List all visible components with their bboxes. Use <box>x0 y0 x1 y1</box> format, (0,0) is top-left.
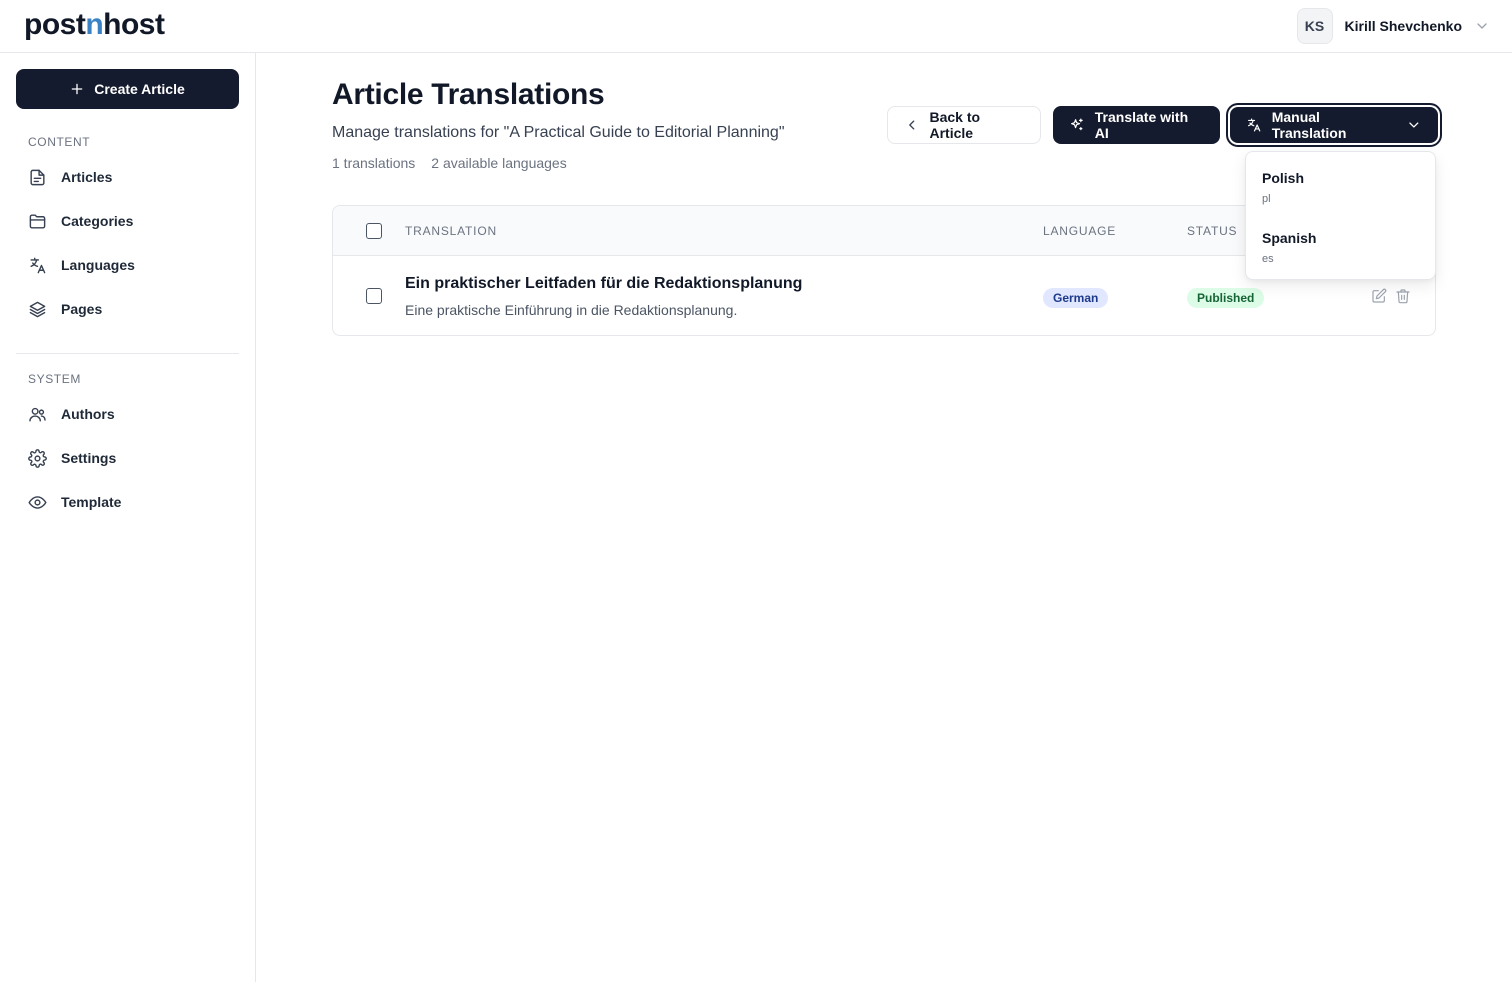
back-to-article-button[interactable]: Back to Article <box>887 106 1041 144</box>
edit-icon[interactable] <box>1371 288 1387 304</box>
plus-icon <box>71 83 83 95</box>
folder-icon <box>29 213 46 229</box>
trash-icon[interactable] <box>1395 288 1411 304</box>
option-name: Spanish <box>1262 230 1317 246</box>
sidebar-divider <box>16 353 239 354</box>
sidebar-item-label: Articles <box>61 169 113 185</box>
manual-translation-label: Manual Translation <box>1271 109 1347 141</box>
gear-icon <box>28 448 47 468</box>
translate-icon <box>30 257 46 273</box>
manual-translation-button[interactable]: Manual Translation <box>1230 107 1438 143</box>
top-bar: postnhost KS Kirill Shevchenko <box>0 0 1512 53</box>
logo-text-pre: post <box>24 8 86 41</box>
sidebar: Create Article CONTENT Articles Categori… <box>0 53 256 982</box>
sidebar-item-template[interactable]: Template <box>16 484 239 520</box>
translate-with-ai-label: Translate with AI <box>1094 109 1189 141</box>
dropdown-option-polish[interactable]: Polish pl <box>1246 156 1435 212</box>
option-code: pl <box>1262 193 1271 205</box>
language-dropdown-menu: Polish pl Spanish es <box>1245 151 1436 280</box>
sidebar-item-categories[interactable]: Categories <box>16 203 239 239</box>
page-title: Article Translations <box>332 78 605 111</box>
translation-title[interactable]: Ein praktischer Leitfaden für die Redakt… <box>405 275 802 293</box>
sidebar-item-pages[interactable]: Pages <box>16 291 239 327</box>
sidebar-item-label: Languages <box>61 257 135 273</box>
column-header-translation[interactable]: TRANSLATION <box>405 224 497 238</box>
column-header-status[interactable]: STATUS <box>1187 224 1237 238</box>
sidebar-item-label: Settings <box>61 450 117 466</box>
status-badge: Published <box>1187 288 1265 308</box>
chevron-down-icon[interactable] <box>1474 18 1490 34</box>
chevron-down-icon <box>1409 122 1419 128</box>
dropdown-option-spanish[interactable]: Spanish es <box>1246 216 1435 272</box>
translate-with-ai-button[interactable]: Translate with AI <box>1053 106 1220 144</box>
user-menu[interactable]: KS Kirill Shevchenko <box>1296 8 1490 44</box>
translations-count: 1 translations <box>332 155 416 171</box>
option-code: es <box>1262 253 1274 265</box>
row-checkbox[interactable] <box>366 288 382 304</box>
sidebar-item-label: Pages <box>61 301 103 317</box>
sidebar-item-articles[interactable]: Articles <box>16 159 239 195</box>
page-subtitle: Manage translations for "A Practical Gui… <box>332 124 785 141</box>
section-label-content: CONTENT <box>28 135 91 149</box>
translate-icon <box>1248 118 1261 132</box>
user-name[interactable]: Kirill Shevchenko <box>1345 18 1462 34</box>
translation-description: Eine praktische Einführung in die Redakt… <box>405 302 738 318</box>
page-meta: 1 translations 2 available languages <box>332 155 567 171</box>
logo-text-accent: n <box>85 8 104 41</box>
logo[interactable]: postnhost <box>24 8 165 42</box>
users-icon <box>29 407 46 422</box>
avatar[interactable]: KS <box>1296 8 1333 44</box>
logo-text-post: host <box>103 8 165 41</box>
sidebar-item-label: Authors <box>61 406 115 422</box>
select-all-checkbox[interactable] <box>366 223 382 239</box>
create-article-button[interactable]: Create Article <box>16 69 239 109</box>
chevron-left-icon <box>909 120 915 130</box>
option-name: Polish <box>1262 170 1305 186</box>
create-article-label: Create Article <box>94 81 185 97</box>
available-languages-count: 2 available languages <box>431 155 567 171</box>
sidebar-item-label: Categories <box>61 213 134 229</box>
eye-icon <box>28 495 47 509</box>
sidebar-item-authors[interactable]: Authors <box>16 396 239 432</box>
back-to-article-label: Back to Article <box>929 109 981 141</box>
sidebar-item-label: Template <box>61 494 122 510</box>
sidebar-item-settings[interactable]: Settings <box>16 440 239 476</box>
sparkles-icon <box>1071 118 1083 131</box>
column-header-language[interactable]: LANGUAGE <box>1043 224 1116 238</box>
layers-icon <box>29 301 46 317</box>
file-icon <box>30 169 45 185</box>
section-label-system: SYSTEM <box>28 372 81 386</box>
language-badge: German <box>1043 288 1109 308</box>
sidebar-item-languages[interactable]: Languages <box>16 247 239 283</box>
